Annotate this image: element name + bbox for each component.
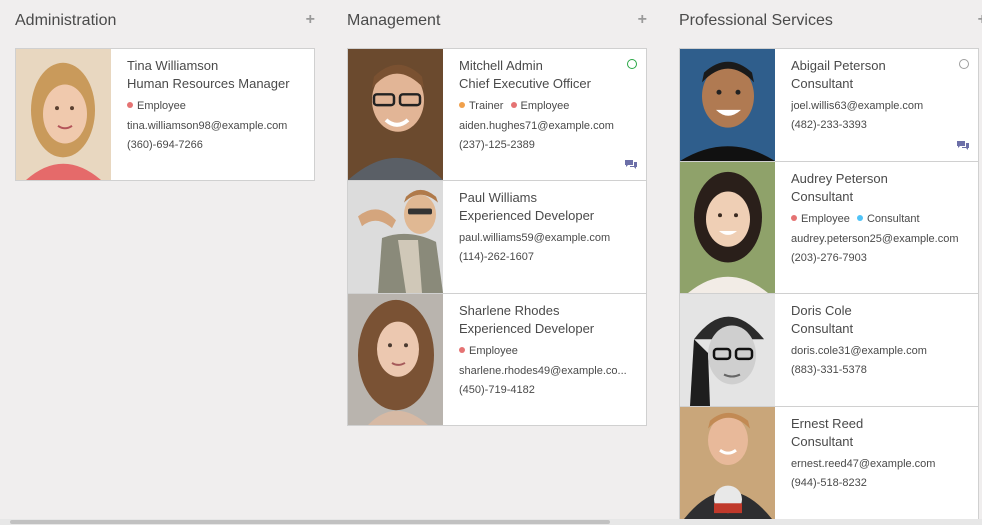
employee-email: joel.willis63@example.com <box>791 100 924 112</box>
column-title: Professional Services <box>679 12 833 29</box>
employee-photo <box>16 49 111 180</box>
employee-card[interactable]: Paul Williams Experienced Developer paul… <box>347 180 647 294</box>
employee-name: Mitchell Admin <box>459 58 543 73</box>
employee-photo <box>680 49 775 161</box>
add-icon[interactable]: + <box>638 11 647 29</box>
tag: Consultant <box>856 213 920 225</box>
employee-card[interactable]: Sharlene Rhodes Experienced Developer Em… <box>347 293 647 426</box>
employee-email: ernest.reed47@example.com <box>791 458 936 470</box>
employee-card[interactable]: Doris Cole Consultant doris.cole31@examp… <box>679 293 979 407</box>
employee-phone: (944)-518-8232 <box>791 477 867 489</box>
employee-tags: Employee <box>459 344 640 358</box>
employee-job-title: Consultant <box>791 76 854 91</box>
tag-color-dot <box>856 215 863 221</box>
tag: Employee <box>510 100 569 112</box>
employee-phone: (114)-262-1607 <box>459 251 535 263</box>
employee-name: Doris Cole <box>791 303 852 318</box>
employee-phone: (482)-233-3393 <box>791 119 867 131</box>
employee-phone: (883)-331-5378 <box>791 364 867 376</box>
employee-name: Sharlene Rhodes <box>459 303 560 318</box>
employee-phone: (203)-276-7903 <box>791 252 867 264</box>
employee-email: paul.williams59@example.com <box>459 232 611 244</box>
tag-color-dot <box>459 347 465 353</box>
tag: Employee <box>791 213 850 225</box>
tag-color-dot <box>127 102 133 108</box>
tag: Employee <box>459 345 518 357</box>
employee-email: audrey.peterson25@example.com <box>791 233 959 245</box>
employee-photo <box>348 49 443 180</box>
employee-name: Tina Williamson <box>127 58 219 73</box>
employee-name: Paul Williams <box>459 190 538 205</box>
employee-card[interactable]: Audrey Peterson Consultant Employee Cons… <box>679 161 979 294</box>
employee-email: sharlene.rhodes49@example.co... <box>459 365 627 377</box>
employee-job-title: Consultant <box>791 189 854 204</box>
tag-color-dot <box>459 102 465 108</box>
employee-job-title: Chief Executive Officer <box>459 76 591 91</box>
employee-tags: Trainer Employee <box>459 99 640 113</box>
horizontal-scrollbar[interactable] <box>0 519 982 525</box>
employee-email: tina.williamson98@example.com <box>127 120 288 132</box>
status-offline-icon <box>959 59 969 69</box>
employee-job-title: Consultant <box>791 321 854 336</box>
employee-card[interactable]: Ernest Reed Consultant ernest.reed47@exa… <box>679 406 979 520</box>
column-title: Administration <box>15 12 117 29</box>
column-header: Professional Services + <box>679 11 982 34</box>
employee-phone: (360)-694-7266 <box>127 139 203 151</box>
employee-name: Audrey Peterson <box>791 171 888 186</box>
employee-job-title: Experienced Developer <box>459 208 595 223</box>
chat-icon[interactable] <box>624 159 638 170</box>
employee-card[interactable]: Tina Williamson Human Resources Manager … <box>15 48 315 181</box>
employee-tags: Employee <box>127 99 308 113</box>
tag-color-dot <box>791 215 797 221</box>
employee-job-title: Human Resources Manager <box>127 76 290 91</box>
employee-job-title: Experienced Developer <box>459 321 595 336</box>
employee-photo <box>680 407 775 519</box>
employee-tags: Employee Consultant <box>791 212 972 226</box>
add-icon[interactable]: + <box>978 11 982 29</box>
employee-photo <box>348 294 443 425</box>
employee-name: Ernest Reed <box>791 416 864 431</box>
chat-icon[interactable] <box>956 140 970 151</box>
tag-color-dot <box>510 102 517 108</box>
employee-phone: (237)-125-2389 <box>459 139 535 151</box>
status-online-icon <box>627 59 637 69</box>
employee-photo <box>680 294 775 406</box>
employee-name: Abigail Peterson <box>791 58 886 73</box>
employee-email: aiden.hughes71@example.com <box>459 120 614 132</box>
employee-phone: (450)-719-4182 <box>459 384 535 396</box>
employee-photo <box>348 181 443 293</box>
column-header: Management + <box>347 11 647 34</box>
tag: Employee <box>127 100 186 112</box>
employee-job-title: Consultant <box>791 434 854 449</box>
column-header: Administration + <box>15 11 315 34</box>
scrollbar-thumb[interactable] <box>10 520 610 524</box>
employee-card[interactable]: Mitchell Admin Chief Executive Officer T… <box>347 48 647 181</box>
add-icon[interactable]: + <box>306 11 315 29</box>
employee-email: doris.cole31@example.com <box>791 345 927 357</box>
tag: Trainer <box>459 100 503 112</box>
employee-photo <box>680 162 775 293</box>
column-title: Management <box>347 12 441 29</box>
employee-card[interactable]: Abigail Peterson Consultant joel.willis6… <box>679 48 979 162</box>
